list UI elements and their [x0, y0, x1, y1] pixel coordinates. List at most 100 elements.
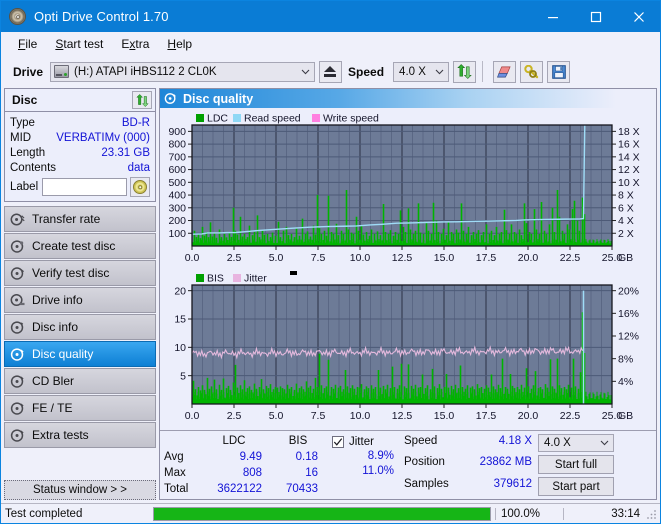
sidebar-item-label: Create test disc: [32, 239, 116, 253]
disc-label-button[interactable]: [130, 177, 150, 197]
svg-text:Write speed: Write speed: [323, 113, 379, 125]
refresh-icon: [135, 93, 149, 107]
svg-text:12%: 12%: [618, 331, 639, 343]
toolbar-separator: [482, 61, 484, 82]
svg-text:22.5: 22.5: [560, 410, 581, 422]
sidebar-item-cd-bler[interactable]: CD Bler: [4, 368, 156, 394]
sidebar-item-disc-quality[interactable]: Disc quality: [4, 341, 156, 367]
sidebar-item-label: Extra tests: [32, 428, 89, 442]
stats-max-bis: 16: [305, 467, 318, 479]
speed-key: Speed: [404, 435, 438, 447]
stats-avg-bis: 0.18: [295, 451, 318, 463]
disc-speed-icon: [10, 213, 25, 225]
disc-row-contents-value: data: [127, 161, 150, 174]
svg-text:20: 20: [174, 285, 186, 297]
svg-text:7.5: 7.5: [311, 410, 326, 422]
menu-start-test[interactable]: Start test: [46, 35, 112, 53]
eject-button[interactable]: [319, 60, 343, 83]
close-button[interactable]: [617, 1, 660, 32]
svg-text:BIS: BIS: [207, 273, 224, 285]
svg-text:14 X: 14 X: [618, 151, 640, 163]
eraser-icon: [497, 66, 511, 77]
sidebar-item-label: Disc quality: [32, 347, 94, 361]
sidebar-item-drive-info[interactable]: Drive info: [4, 287, 156, 313]
test-speed-select[interactable]: 4.0 X: [538, 434, 614, 452]
disc-row-length-key: Length: [10, 146, 46, 159]
toolbar: Drive (H:) ATAPI iHBS112 2 CL0K Speed 4.…: [1, 55, 660, 88]
speed-select[interactable]: 4.0 X: [393, 61, 450, 82]
sidebar-item-label: FE / TE: [32, 401, 73, 415]
refresh-button[interactable]: [453, 60, 477, 83]
disc-row-type-key: Type: [10, 116, 35, 129]
start-full-button[interactable]: Start full: [538, 455, 614, 474]
stats-max-jitter: 11.0%: [362, 465, 394, 477]
jitter-column: Jitter 8.9% 11.0%: [332, 434, 394, 497]
svg-text:700: 700: [168, 151, 186, 163]
erase-button[interactable]: [493, 60, 517, 83]
disc-label-key: Label: [10, 181, 39, 193]
disc-quality-panel: Disc quality LDC Read speed Write speed 100…: [159, 88, 657, 500]
svg-text:20.0: 20.0: [518, 410, 539, 422]
status-window-button[interactable]: Status window > >: [4, 480, 156, 500]
menu-extra-label-rest: tra: [135, 36, 150, 51]
eject-icon: [324, 66, 337, 77]
charts-area: LDC Read speed Write speed 100 200 300 400 500 6…: [160, 108, 656, 430]
jitter-toggle-row: Jitter: [332, 434, 394, 449]
maximize-button[interactable]: [574, 1, 617, 32]
save-button[interactable]: [547, 60, 571, 83]
minimize-button[interactable]: [531, 1, 574, 32]
svg-text:4%: 4%: [618, 376, 633, 388]
drive-select[interactable]: (H:) ATAPI iHBS112 2 CL0K: [50, 61, 316, 82]
menu-file-label-rest: ile: [25, 36, 38, 51]
nav-list: Transfer rate Create test disc Verify te…: [4, 206, 156, 448]
menu-help[interactable]: Help: [158, 35, 201, 53]
sidebar-item-label: Disc info: [32, 320, 79, 334]
speed-select-value: 4.0 X: [399, 65, 426, 78]
bis-chart: BIS Jitter 5 10 15 20 4% 8% 12% 16% 20% 0.0 2.5 5.0 7.…: [160, 268, 656, 426]
svg-text:15: 15: [174, 314, 186, 326]
svg-text:2.5: 2.5: [227, 410, 242, 422]
menu-extra[interactable]: Extra: [112, 35, 158, 53]
svg-text:8 X: 8 X: [618, 190, 634, 202]
disc-quality-icon: [164, 93, 176, 104]
refresh-icon: [457, 64, 472, 79]
statistics-table: LDC BIS Avg 9.49 0.18 Max 808 16 Total 3…: [164, 434, 326, 497]
progress-bar: [153, 506, 491, 521]
disc-refresh-button[interactable]: [132, 91, 152, 109]
svg-text:400: 400: [168, 190, 186, 202]
sidebar-item-label: Transfer rate: [32, 212, 101, 226]
sidebar-item-create-test-disc[interactable]: Create test disc: [4, 233, 156, 259]
svg-text:0.0: 0.0: [185, 252, 200, 264]
sidebar-item-fe-te[interactable]: FE / TE: [4, 395, 156, 421]
disc-verify-icon: [10, 266, 24, 280]
disc-label-input[interactable]: [42, 178, 127, 196]
tools-icon: [524, 64, 539, 78]
svg-text:6 X: 6 X: [618, 202, 634, 214]
start-part-button[interactable]: Start part: [538, 477, 614, 496]
sidebar-item-disc-info[interactable]: Disc info: [4, 314, 156, 340]
jitter-checkbox[interactable]: [332, 435, 344, 448]
stats-row-avg-key: Avg: [164, 451, 184, 463]
disc-write-icon: [10, 239, 24, 253]
position-key: Position: [404, 456, 445, 469]
disc-row-length-value: 23.31 GB: [101, 146, 150, 159]
tools-button[interactable]: [520, 60, 544, 83]
elapsed-time: 33:14: [563, 507, 646, 520]
sidebar-item-extra-tests[interactable]: Extra tests: [4, 422, 156, 448]
resize-grip[interactable]: [646, 508, 658, 520]
save-icon: [551, 64, 566, 79]
menu-help-label-rest: elp: [176, 36, 193, 51]
stats-max-ldc: 808: [242, 467, 262, 479]
menu-file[interactable]: File: [9, 35, 46, 53]
disc-row-type-value: BD-R: [121, 116, 150, 129]
chevron-down-icon: [431, 69, 448, 75]
sidebar-item-transfer-rate[interactable]: Transfer rate: [4, 206, 156, 232]
svg-text:15.0: 15.0: [434, 252, 455, 264]
svg-text:5: 5: [180, 370, 186, 382]
cd-icon: [133, 180, 147, 194]
sidebar-item-label: Verify test disc: [32, 266, 110, 280]
status-message: Test completed: [5, 507, 83, 520]
disc-row-mid-value: VERBATIMv (000): [56, 131, 150, 144]
sidebar-item-verify-test-disc[interactable]: Verify test disc: [4, 260, 156, 286]
